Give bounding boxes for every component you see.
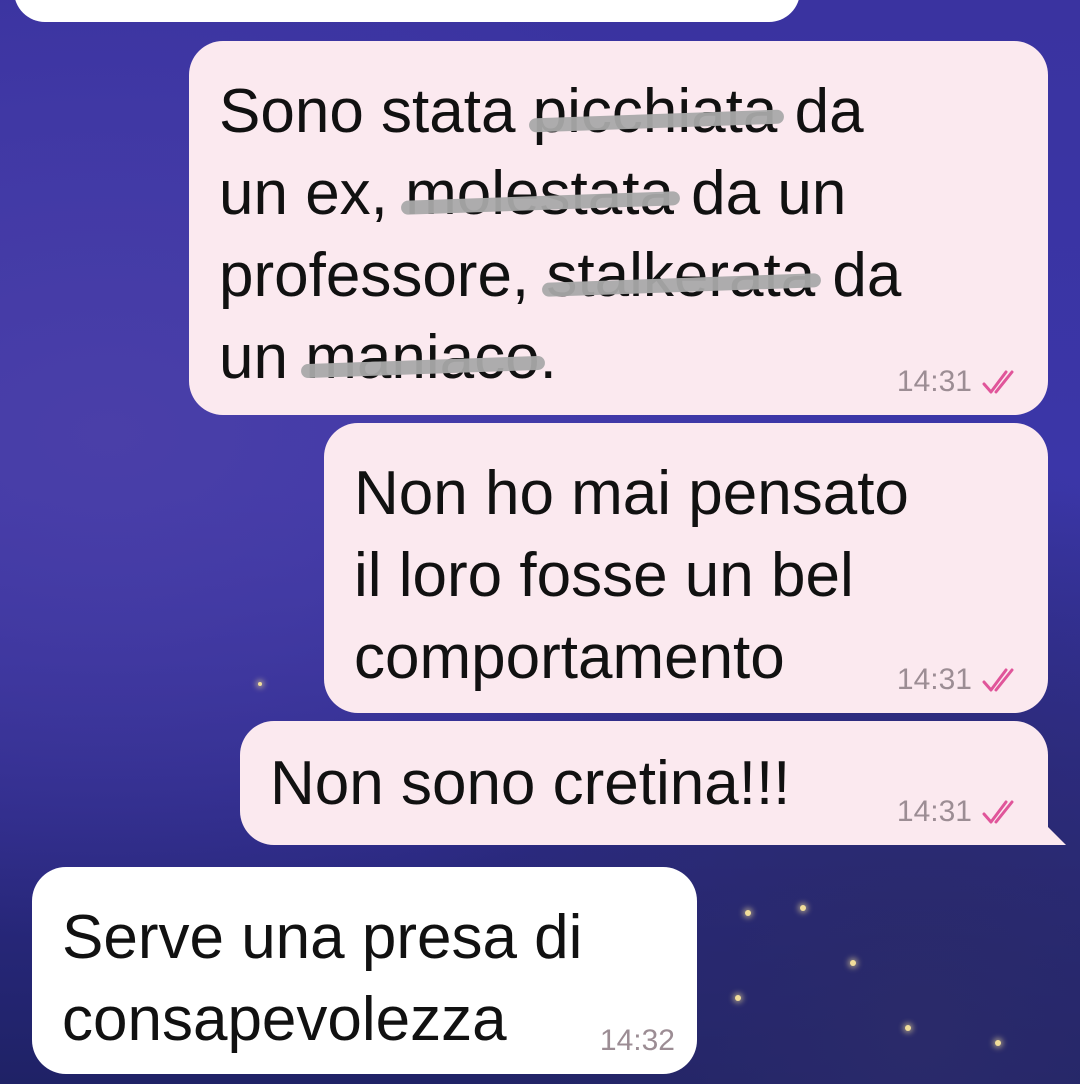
- sparkle: [735, 995, 741, 1001]
- redacted-word: stalkerata: [546, 235, 815, 317]
- message-meta: 14:31: [897, 365, 1022, 399]
- redacted-word: molestata: [405, 153, 674, 235]
- message-time: 14:31: [896, 663, 972, 696]
- message-text: Sono stata picchiata da un ex, molestata…: [219, 71, 1018, 399]
- sparkle: [745, 910, 751, 916]
- sparkle: [850, 960, 856, 966]
- message-text: Serve una presa di consapevolezza: [62, 903, 583, 1054]
- previous-message-bubble[interactable]: [14, 0, 800, 22]
- message-bubble-outgoing[interactable]: Non ho mai pensato il loro fosse un bel …: [324, 423, 1048, 713]
- sparkle: [905, 1025, 911, 1031]
- redacted-word: maniaco: [305, 317, 539, 399]
- double-check-icon: [982, 800, 1014, 824]
- message-meta: 14:31: [897, 663, 1022, 697]
- bubble-tail: [1044, 823, 1066, 845]
- message-meta: 14:32: [600, 1024, 675, 1058]
- sparkle: [800, 905, 806, 911]
- message-time: 14:31: [896, 365, 972, 398]
- double-check-icon: [982, 668, 1014, 692]
- message-bubble-outgoing[interactable]: Sono stata picchiata da un ex, molestata…: [189, 41, 1048, 415]
- message-bubble-outgoing[interactable]: Non sono cretina!!! 14:31: [240, 721, 1066, 845]
- message-bubble-incoming[interactable]: Serve una presa di consapevolezza 14:32: [32, 867, 697, 1074]
- double-check-icon: [982, 370, 1014, 394]
- sparkle: [995, 1040, 1001, 1046]
- message-time: 14:31: [896, 795, 972, 828]
- message-time: 14:32: [599, 1024, 675, 1057]
- redacted-word: picchiata: [533, 71, 778, 153]
- message-meta: 14:31: [897, 795, 1022, 829]
- sparkle: [258, 682, 262, 686]
